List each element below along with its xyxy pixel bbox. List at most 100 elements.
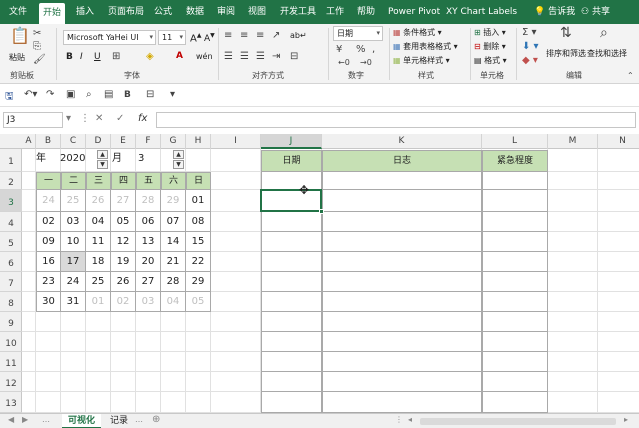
percent-icon[interactable]: %	[356, 44, 366, 56]
ribbon-tab[interactable]: 插入	[76, 0, 94, 24]
calendar-day[interactable]: 20	[136, 252, 161, 272]
name-box[interactable]: J3	[3, 112, 63, 128]
column-header[interactable]: L	[482, 134, 548, 149]
clear-icon[interactable]: ◆ ▾	[522, 55, 538, 67]
calendar-day[interactable]: 07	[161, 212, 186, 232]
increase-decimal-icon[interactable]: ←0	[338, 57, 350, 69]
format-cells-button[interactable]: ▤ 格式 ▾	[474, 55, 507, 66]
column-header[interactable]: D	[86, 134, 111, 149]
row-header[interactable]: 2	[0, 172, 22, 190]
bold-button[interactable]: B	[66, 52, 73, 62]
row-header[interactable]: 3	[0, 190, 22, 212]
ribbon-tab[interactable]: 文件	[9, 0, 27, 24]
column-header[interactable]: A	[22, 134, 36, 149]
row-header[interactable]: 10	[0, 332, 22, 352]
fill-icon[interactable]: ⬇ ▾	[522, 41, 539, 53]
active-cell-j3[interactable]	[260, 189, 322, 212]
border-icon[interactable]: ⊞	[112, 51, 120, 63]
row-header[interactable]: 11	[0, 352, 22, 372]
calendar-day[interactable]: 28	[136, 190, 161, 212]
font-size-select[interactable]: 11 ▾	[158, 30, 186, 45]
calendar-day[interactable]: 01	[86, 292, 111, 312]
paste-icon[interactable]: 📋	[10, 28, 30, 44]
calendar-day[interactable]: 13	[136, 232, 161, 252]
merge-icon[interactable]: ⊟	[146, 89, 154, 100]
row-header[interactable]: 13	[0, 392, 22, 413]
calendar-day[interactable]: 24	[61, 272, 86, 292]
sheet-next-icon[interactable]: ▶	[22, 415, 28, 424]
calendar-day[interactable]: 04	[161, 292, 186, 312]
print-preview-icon[interactable]: ▣	[66, 89, 75, 100]
font-color-button[interactable]: A	[176, 51, 183, 61]
ribbon-tab[interactable]: Power Pivot	[388, 0, 440, 24]
align-left-icon[interactable]: ☰	[224, 51, 233, 63]
save-icon[interactable]: 🖫	[5, 89, 14, 106]
calendar-day[interactable]: 29	[161, 190, 186, 212]
ribbon-tab[interactable]: 页面布局	[108, 0, 144, 24]
row-header[interactable]: 1	[0, 149, 22, 172]
wrap-text-button[interactable]: ab↵	[290, 31, 307, 40]
align-bottom-icon[interactable]: ≡	[256, 30, 264, 42]
ribbon-tab[interactable]: 审阅	[217, 0, 235, 24]
merge-center-icon[interactable]: ⊟	[290, 51, 298, 63]
month-spin-down[interactable]: ▼	[173, 160, 184, 169]
cell-styles-button[interactable]: ▦ 单元格样式 ▾	[393, 55, 450, 66]
copy-icon[interactable]: ⎘	[33, 41, 41, 53]
grow-font-button[interactable]: A▲	[190, 32, 201, 44]
calendar-day[interactable]: 18	[86, 252, 111, 272]
fill-handle[interactable]	[319, 209, 324, 214]
sheet-more-icon[interactable]: …	[42, 415, 50, 424]
indent-icon[interactable]: ⇥	[272, 51, 280, 63]
share-button[interactable]: ⚇ 共享	[581, 0, 610, 24]
row-header[interactable]: 12	[0, 372, 22, 392]
format-as-table-button[interactable]: ▦ 套用表格格式 ▾	[393, 41, 458, 52]
column-header[interactable]: H	[186, 134, 211, 149]
calendar-day[interactable]: 29	[186, 272, 211, 292]
calendar-day[interactable]: 08	[186, 212, 211, 232]
scroll-left-icon[interactable]: ◂	[408, 415, 412, 424]
calendar-day[interactable]: 26	[111, 272, 136, 292]
phonetic-button[interactable]: wén	[196, 52, 213, 61]
year-spin-down[interactable]: ▼	[97, 160, 108, 169]
paste-button[interactable]: 粘贴	[9, 52, 25, 63]
calendar-day[interactable]: 31	[61, 292, 86, 312]
scroll-options-icon[interactable]: ⋮	[395, 415, 403, 424]
format-painter-icon[interactable]: 🖌	[33, 54, 46, 66]
enter-icon[interactable]: ✓	[116, 113, 124, 124]
calendar-day[interactable]: 28	[161, 272, 186, 292]
tell-me-search[interactable]: 💡 告诉我	[534, 0, 575, 24]
ribbon-tab[interactable]: 工作	[326, 0, 344, 24]
row-header[interactable]: 5	[0, 232, 22, 252]
zoom-icon[interactable]: ⌕	[86, 89, 92, 100]
collapse-ribbon-icon[interactable]: ⌃	[627, 70, 634, 82]
column-header[interactable]: N	[598, 134, 639, 149]
ribbon-tab[interactable]: 公式	[154, 0, 172, 24]
insert-function-icon[interactable]: fx	[138, 113, 147, 124]
calendar-day[interactable]: 04	[86, 212, 111, 232]
row-header[interactable]: 9	[0, 312, 22, 332]
undo-icon[interactable]: ↶▾	[24, 89, 37, 100]
ribbon-tab[interactable]: 开始	[39, 3, 66, 24]
column-header[interactable]: G	[161, 134, 186, 149]
calendar-day[interactable]: 03	[136, 292, 161, 312]
scroll-right-icon[interactable]: ▸	[624, 415, 628, 424]
calendar-day[interactable]: 06	[136, 212, 161, 232]
orientation-icon[interactable]: ↗	[272, 30, 280, 42]
number-format-select[interactable]: 日期 ▾	[333, 26, 383, 41]
font-name-select[interactable]: Microsoft YaHei UI ▾	[63, 30, 156, 45]
cancel-icon[interactable]: ✕	[95, 113, 103, 124]
column-header[interactable]: I	[211, 134, 261, 149]
calendar-day[interactable]: 10	[61, 232, 86, 252]
sheet-more-icon[interactable]: …	[135, 415, 143, 424]
calendar-day[interactable]: 05	[111, 212, 136, 232]
calendar-day[interactable]: 14	[161, 232, 186, 252]
column-header[interactable]: F	[136, 134, 161, 149]
calendar-day[interactable]: 09	[36, 232, 61, 252]
conditional-format-button[interactable]: ▦ 条件格式 ▾	[393, 27, 442, 38]
calendar-day[interactable]: 25	[86, 272, 111, 292]
sort-filter-button[interactable]: 排序和筛选	[546, 48, 586, 59]
calendar-day[interactable]: 11	[86, 232, 111, 252]
align-right-icon[interactable]: ☰	[256, 51, 265, 63]
align-center-icon[interactable]: ☰	[240, 51, 249, 63]
calendar-day[interactable]: 21	[161, 252, 186, 272]
